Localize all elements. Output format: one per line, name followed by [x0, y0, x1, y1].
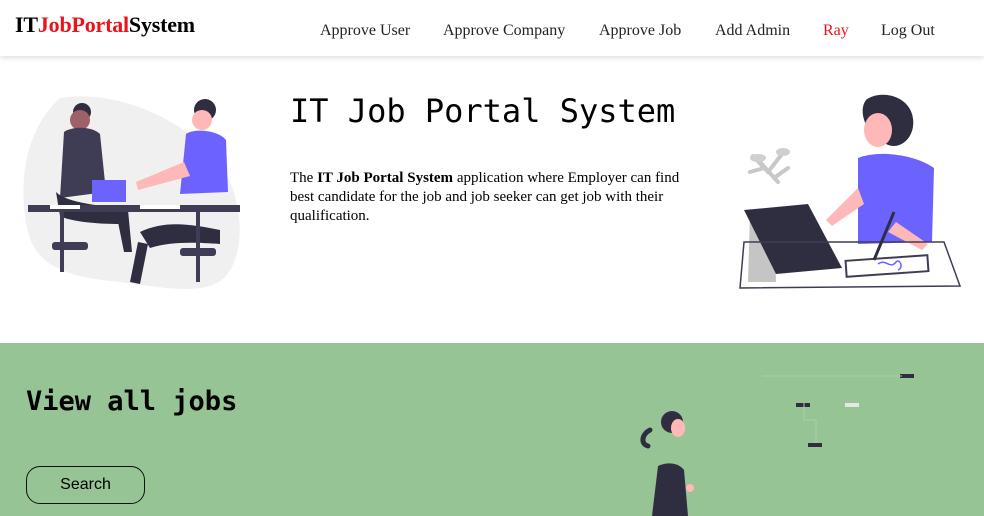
brand-logo[interactable]: ITJobPortalSystem [15, 12, 195, 38]
nav-add-admin[interactable]: Add Admin [715, 22, 790, 40]
nav-approve-company[interactable]: Approve Company [443, 22, 565, 40]
hero-desc-prefix: The [290, 170, 318, 186]
nav-approve-job[interactable]: Approve Job [599, 22, 681, 40]
handshake-illustration [23, 96, 240, 289]
working-at-desk-illustration [739, 94, 962, 289]
brand-part-it: IT [15, 12, 38, 37]
brand-part-system: System [128, 12, 195, 37]
walking-woman-illustration [640, 374, 914, 516]
hero-title: IT Job Portal System [290, 92, 676, 130]
nav-current-user[interactable]: Ray [823, 22, 849, 40]
nav-logout[interactable]: Log Out [881, 22, 935, 40]
hero-description: The IT Job Portal System application whe… [290, 169, 700, 226]
nav-approve-user[interactable]: Approve User [320, 22, 410, 40]
top-navbar: ITJobPortalSystem Approve User Approve C… [0, 0, 984, 56]
search-button[interactable]: Search [26, 466, 145, 504]
hero-desc-bold: IT Job Portal System [317, 170, 454, 186]
brand-part-jobportal: JobPortal [37, 12, 129, 37]
view-all-jobs-title: View all jobs [26, 386, 238, 417]
